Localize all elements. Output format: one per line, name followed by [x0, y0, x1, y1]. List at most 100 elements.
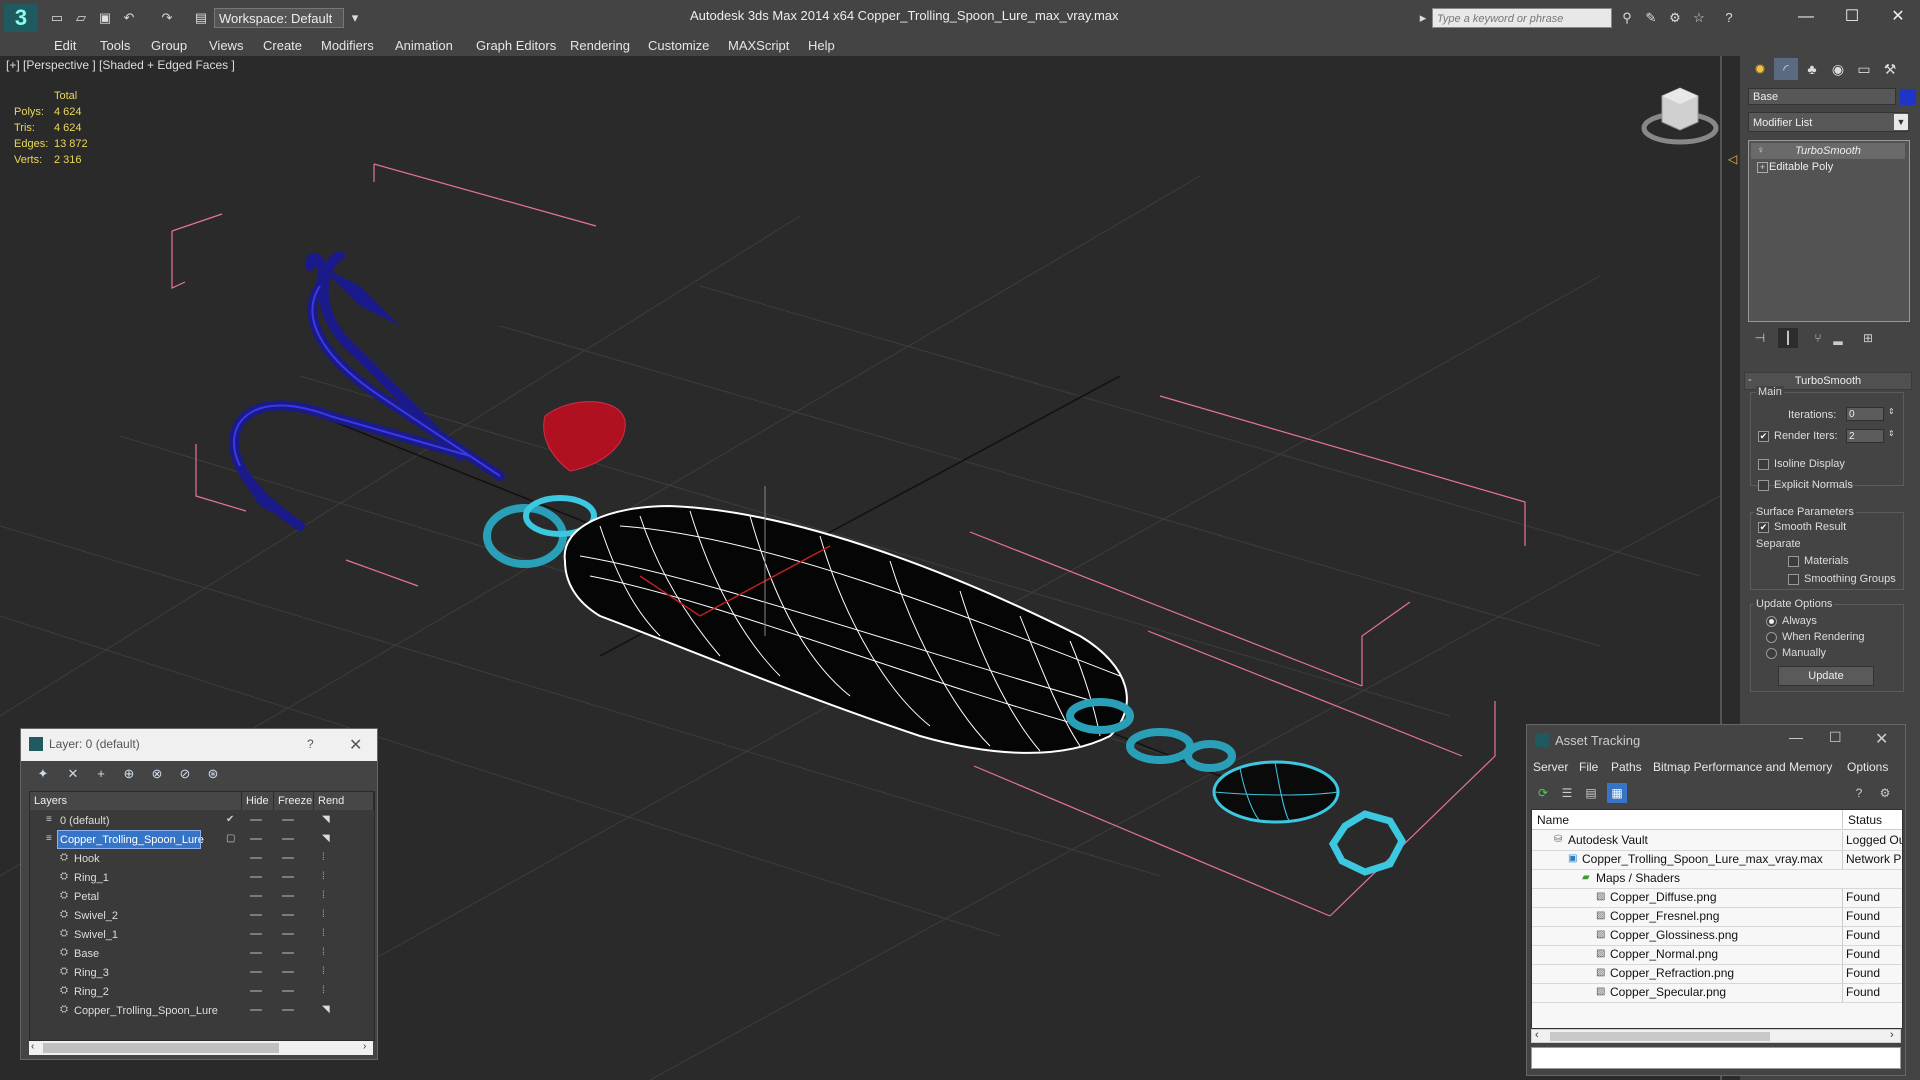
add-to-layer-icon[interactable]: +	[91, 765, 111, 783]
maximize-button[interactable]: ☐	[1832, 2, 1872, 32]
hide-toggle[interactable]	[250, 838, 262, 840]
undo-icon[interactable]: ↶	[120, 9, 138, 27]
menu-create[interactable]: Create	[263, 36, 302, 56]
layer-horizontal-scrollbar[interactable]: ‹ ›	[29, 1041, 373, 1055]
new-file-icon[interactable]: ▭	[48, 9, 66, 27]
render-iters-checkbox[interactable]: ✔	[1758, 431, 1769, 442]
asset-menu-file[interactable]: File	[1579, 757, 1598, 777]
freeze-toggle[interactable]	[282, 819, 294, 821]
set-active-layer-icon[interactable]: ▢	[226, 834, 236, 844]
lightbulb-icon[interactable]: ♀	[1757, 145, 1767, 157]
col-hide[interactable]: Hide	[242, 792, 274, 810]
search-input[interactable]: Type a keyword or phrase	[1432, 8, 1612, 28]
select-objects-in-layer-icon[interactable]: ⊕	[119, 765, 139, 783]
create-layer-icon[interactable]: ✦	[33, 765, 53, 783]
make-unique-icon[interactable]: ⑂	[1808, 328, 1828, 348]
col-freeze[interactable]: Freeze	[274, 792, 314, 810]
freeze-toggle[interactable]	[282, 876, 294, 878]
menu-animation[interactable]: Animation	[395, 36, 453, 56]
menu-help[interactable]: Help	[808, 36, 835, 56]
asset-menu-options[interactable]: Options	[1847, 757, 1888, 777]
delete-layer-icon[interactable]: ✕	[63, 765, 83, 783]
always-radio[interactable]	[1766, 616, 1777, 627]
layer-row[interactable]: ⛭ Copper_Trolling_Spoon_Lure ◥	[30, 1001, 374, 1020]
create-tab-icon[interactable]: ✹	[1748, 58, 1772, 80]
asset-row[interactable]: ▧ Copper_Diffuse.png Found	[1532, 888, 1902, 908]
col-status[interactable]: Status	[1842, 810, 1902, 830]
active-layer-check-icon[interactable]: ✔	[226, 815, 236, 825]
configure-modifier-sets-icon[interactable]: ⊞	[1858, 328, 1878, 348]
asset-row[interactable]: ▧ Copper_Normal.png Found	[1532, 945, 1902, 965]
freeze-toggle[interactable]	[282, 838, 294, 840]
project-folder-icon[interactable]: ▤	[192, 9, 210, 27]
chevron-down-icon[interactable]: ▼	[1894, 114, 1908, 130]
viewport-label[interactable]: [+] [Perspective ] [Shaded + Edged Faces…	[6, 58, 235, 72]
scroll-left-icon[interactable]: ‹	[31, 1041, 34, 1052]
refresh-icon[interactable]: ⟳	[1533, 783, 1553, 803]
subscription-icon[interactable]: ✎	[1642, 9, 1660, 27]
freeze-toggle[interactable]	[282, 933, 294, 935]
asset-minimize-button[interactable]: —	[1789, 729, 1803, 745]
menu-modifiers[interactable]: Modifiers	[321, 36, 374, 56]
scroll-left-icon[interactable]: ‹	[1535, 1029, 1539, 1041]
display-tab-icon[interactable]: ▭	[1852, 58, 1876, 80]
layer-name[interactable]: Copper_Trolling_Spoon_Lure	[72, 1002, 232, 1019]
layer-name[interactable]: Hook	[72, 850, 232, 867]
asset-row[interactable]: ▧ Copper_Glossiness.png Found	[1532, 926, 1902, 946]
scroll-right-icon[interactable]: ›	[1890, 1029, 1894, 1041]
render-toggle-icon[interactable]: ⁞	[322, 929, 332, 939]
layer-row[interactable]: ≡ Copper_Trolling_Spoon_Lure ▢ ◥	[30, 830, 374, 849]
manually-radio[interactable]	[1766, 648, 1777, 659]
hierarchy-tab-icon[interactable]: ♣	[1800, 58, 1824, 80]
layer-scroll-thumb[interactable]	[43, 1043, 279, 1053]
search-expand-arrow-icon[interactable]: ▸	[1414, 9, 1432, 27]
menu-tools[interactable]: Tools	[100, 36, 130, 56]
close-window-button[interactable]: ✕	[1878, 2, 1918, 32]
asset-row[interactable]: ⛁ Autodesk Vault Logged Ou	[1532, 831, 1902, 851]
layer-name[interactable]: Ring_1	[72, 869, 232, 886]
layer-name[interactable]: Base	[72, 945, 232, 962]
layer-name[interactable]: Ring_3	[72, 964, 232, 981]
menu-graph-editors[interactable]: Graph Editors	[476, 36, 556, 56]
asset-maximize-button[interactable]: ☐	[1829, 729, 1842, 746]
layer-name[interactable]: Ring_2	[72, 983, 232, 1000]
layer-row[interactable]: ⛭ Ring_2 ⁞	[30, 982, 374, 1001]
asset-scroll-thumb[interactable]	[1550, 1032, 1770, 1041]
asset-row[interactable]: ▧ Copper_Specular.png Found	[1532, 983, 1902, 1003]
asset-horizontal-scrollbar[interactable]: ‹ ›	[1531, 1029, 1901, 1043]
communication-center-icon[interactable]: ⚙	[1666, 9, 1684, 27]
col-layers[interactable]: Layers	[30, 792, 242, 810]
render-toggle-icon[interactable]: ⁞	[322, 853, 332, 863]
asset-row[interactable]: ▰ Maps / Shaders	[1532, 869, 1902, 889]
workspace-menu-arrow-icon[interactable]: ▾	[346, 9, 364, 27]
render-toggle-icon[interactable]: ⁞	[322, 891, 332, 901]
hide-toggle[interactable]	[250, 933, 262, 935]
render-toggle-icon[interactable]: ⁞	[322, 910, 332, 920]
table-view-icon[interactable]: ▦	[1607, 783, 1627, 803]
asset-row[interactable]: ▧ Copper_Refraction.png Found	[1532, 964, 1902, 984]
modifier-list-dropdown[interactable]: Modifier List	[1748, 112, 1908, 132]
hide-toggle[interactable]	[250, 895, 262, 897]
col-render[interactable]: Rend	[314, 792, 374, 810]
workspace-dropdown[interactable]: Workspace: Default	[214, 8, 344, 28]
freeze-toggle[interactable]	[282, 990, 294, 992]
layer-row[interactable]: ⛭ Ring_3 ⁞	[30, 963, 374, 982]
asset-close-button[interactable]: ✕	[1875, 729, 1888, 749]
layer-row[interactable]: ⛭ Swivel_1 ⁞	[30, 925, 374, 944]
iterations-spinner[interactable]: 0	[1846, 407, 1884, 421]
hide-toggle[interactable]	[250, 990, 262, 992]
menu-customize[interactable]: Customize	[648, 36, 709, 56]
render-toggle-icon[interactable]: ◥	[322, 1005, 332, 1015]
help-options-icon[interactable]: ⚙	[1875, 783, 1895, 803]
help-icon[interactable]: ?	[1720, 9, 1738, 27]
render-toggle-icon[interactable]: ⁞	[322, 986, 332, 996]
render-iters-spinner[interactable]: 2	[1846, 429, 1884, 443]
render-toggle-icon[interactable]: ◥	[322, 834, 332, 844]
render-toggle-icon[interactable]: ⁞	[322, 967, 332, 977]
hide-toggle[interactable]	[250, 819, 262, 821]
hide-toggle[interactable]	[250, 914, 262, 916]
layer-name[interactable]: Swivel_2	[72, 907, 232, 924]
spinner-arrows-icon[interactable]: ⇕	[1888, 429, 1895, 438]
layer-name[interactable]: Swivel_1	[72, 926, 232, 943]
spinner-arrows-icon[interactable]: ⇕	[1888, 407, 1895, 416]
